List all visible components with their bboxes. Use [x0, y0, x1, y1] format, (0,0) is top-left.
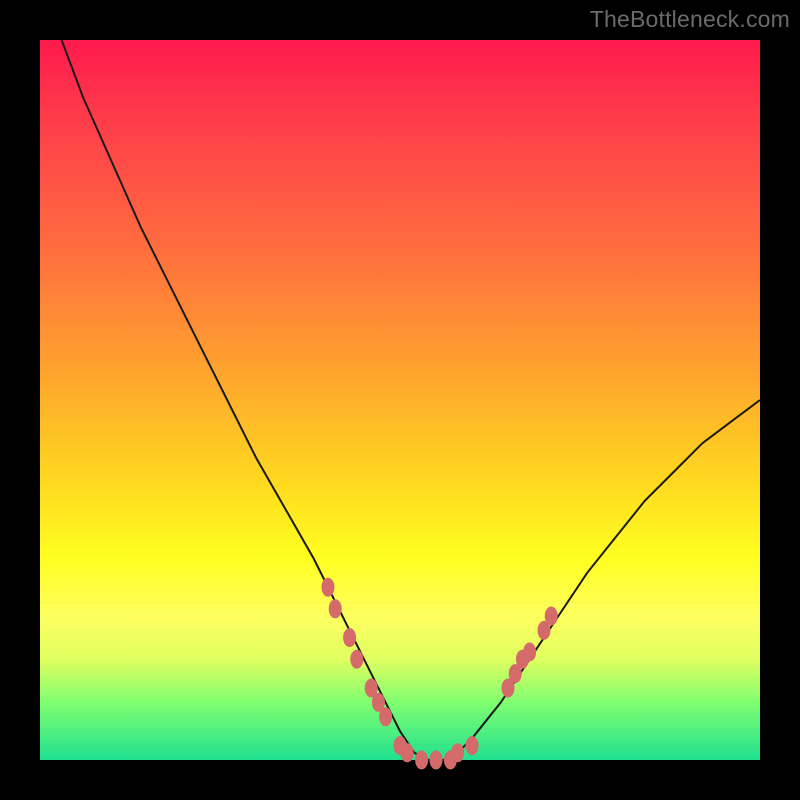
- curve-marker: [545, 607, 557, 625]
- curve-marker: [466, 737, 478, 755]
- curve-marker: [452, 744, 464, 762]
- curve-marker: [329, 600, 341, 618]
- curve-marker: [524, 643, 536, 661]
- curve-marker: [322, 578, 334, 596]
- marker-group: [322, 578, 557, 769]
- curve-marker: [344, 629, 356, 647]
- bottleneck-curve: [62, 40, 760, 760]
- watermark-text: TheBottleneck.com: [590, 6, 790, 33]
- curve-marker: [380, 708, 392, 726]
- curve-layer: [40, 40, 760, 760]
- chart-frame: TheBottleneck.com: [0, 0, 800, 800]
- curve-marker: [416, 751, 428, 769]
- curve-marker: [401, 744, 413, 762]
- plot-area: [40, 40, 760, 760]
- curve-marker: [351, 650, 363, 668]
- curve-marker: [430, 751, 442, 769]
